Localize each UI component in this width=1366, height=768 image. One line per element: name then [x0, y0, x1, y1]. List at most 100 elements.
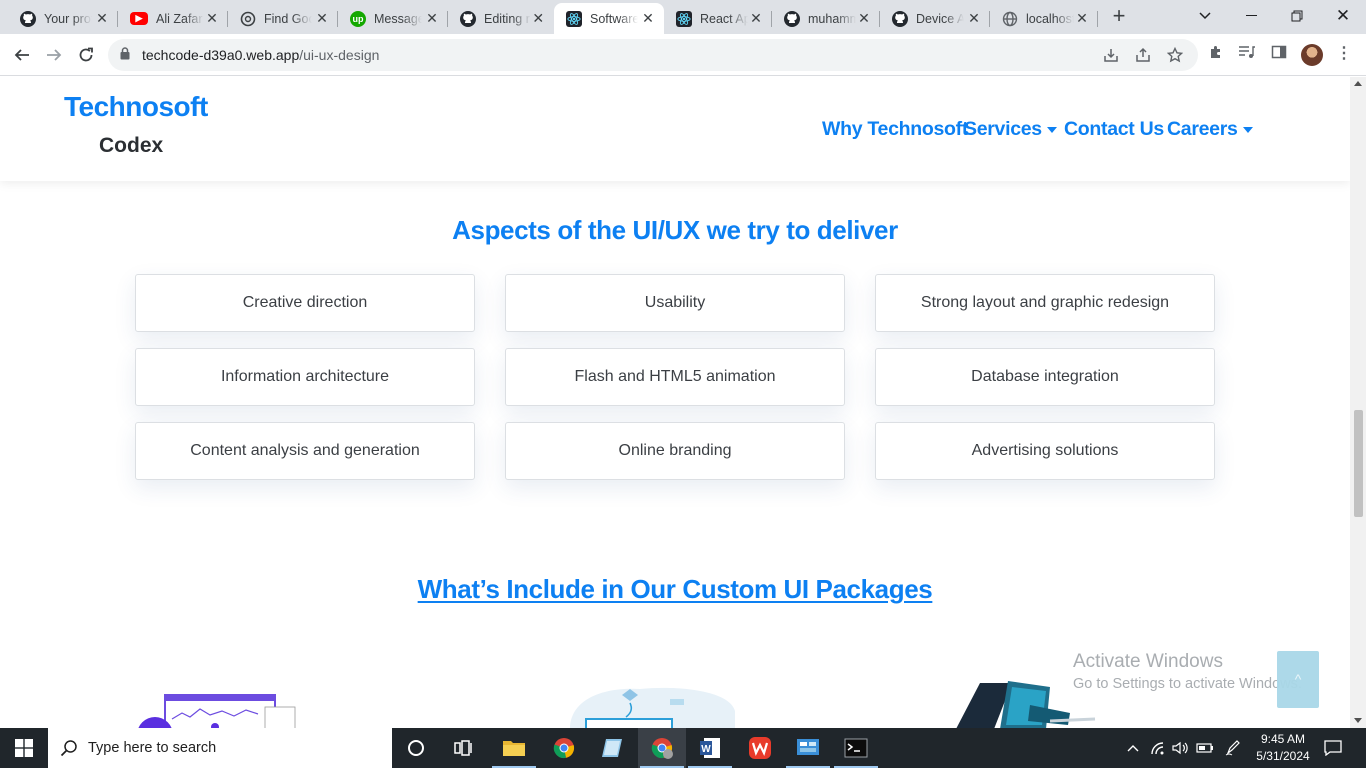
back-to-top-button[interactable]: ^ — [1277, 651, 1319, 708]
terminal-icon[interactable] — [832, 728, 880, 768]
search-icon — [60, 740, 77, 757]
aspect-card: Content analysis and generation — [135, 422, 475, 480]
activate-windows-title: Activate Windows — [1073, 651, 1223, 672]
windows-start-button[interactable] — [0, 728, 48, 768]
caret-down-icon — [1242, 126, 1253, 133]
aspect-card: Online branding — [505, 422, 845, 480]
close-icon[interactable]: ✕ — [204, 10, 220, 27]
close-icon[interactable]: ✕ — [94, 10, 110, 27]
browser-tab[interactable]: ▶ Ali Zafar ✕ — [118, 3, 228, 34]
site-logo-secondary[interactable]: Codex — [99, 134, 163, 158]
tab-title: Your profile — [44, 11, 92, 26]
side-panel-icon[interactable] — [1269, 44, 1289, 64]
chrome-active-icon[interactable] — [638, 728, 686, 768]
taskbar-search-box[interactable]: Type here to search — [48, 728, 392, 768]
bookmark-star-icon[interactable] — [1166, 46, 1184, 65]
close-icon[interactable]: ✕ — [966, 10, 982, 27]
github-icon — [20, 10, 36, 27]
globe-icon — [1002, 11, 1018, 27]
wifi-icon[interactable] — [1148, 728, 1170, 768]
tab-title: localhost — [1026, 11, 1074, 26]
chrome-icon[interactable] — [540, 728, 588, 768]
aspect-card: Strong layout and graphic redesign — [875, 274, 1215, 332]
browser-tab[interactable]: Your profile ✕ — [8, 3, 118, 34]
aspect-card: Database integration — [875, 348, 1215, 406]
upwork-icon: up — [350, 10, 366, 27]
minimize-button[interactable] — [1228, 0, 1274, 32]
scroll-up-arrow-icon[interactable] — [1354, 81, 1362, 86]
browser-tab[interactable]: Device A ✕ — [880, 3, 990, 34]
address-bar[interactable]: techcode-d39a0.web.app/ui-ux-design — [108, 39, 1198, 71]
close-icon[interactable]: ✕ — [856, 10, 872, 27]
url-text[interactable]: techcode-d39a0.web.app/ui-ux-design — [142, 47, 379, 63]
file-explorer-icon[interactable] — [490, 728, 538, 768]
install-app-icon[interactable] — [1102, 47, 1120, 65]
notes-app-icon[interactable] — [588, 728, 636, 768]
browser-menu-icon[interactable]: ⋮ — [1336, 44, 1352, 64]
browser-tab[interactable]: Find Good ✕ — [228, 3, 338, 34]
extensions-icon[interactable] — [1206, 44, 1226, 64]
github-icon — [460, 10, 476, 27]
aspect-card: Information architecture — [135, 348, 475, 406]
aspect-card: Advertising solutions — [875, 422, 1215, 480]
scrollbar-thumb[interactable] — [1354, 410, 1363, 517]
forward-button[interactable] — [42, 43, 66, 67]
taskbar-clock[interactable]: 9:45 AM 5/31/2024 — [1251, 731, 1315, 765]
browser-tab[interactable]: React Ap ✕ — [664, 3, 772, 34]
scroll-down-arrow-icon[interactable] — [1354, 718, 1362, 723]
close-icon[interactable]: ✕ — [640, 10, 656, 27]
aspect-card: Creative direction — [135, 274, 475, 332]
site-logo-primary[interactable]: Technosoft — [64, 91, 208, 123]
search-placeholder: Type here to search — [88, 740, 217, 756]
nav-services[interactable]: Services — [964, 118, 1057, 141]
browser-tab[interactable]: muhamm ✕ — [772, 3, 880, 34]
profile-avatar[interactable] — [1301, 44, 1323, 66]
caret-down-icon — [1046, 126, 1057, 133]
clock-date: 5/31/2024 — [1256, 749, 1310, 763]
url-host: techcode-d39a0.web.app — [142, 47, 300, 63]
aspect-card: Usability — [505, 274, 845, 332]
windows-logo-icon — [15, 739, 33, 757]
browser-tab[interactable]: Editing r ✕ — [448, 3, 554, 34]
browser-tab[interactable]: up Messages ✕ — [338, 3, 448, 34]
pen-ink-icon[interactable] — [1222, 728, 1244, 768]
reload-button[interactable] — [74, 43, 98, 67]
close-icon[interactable]: ✕ — [748, 10, 764, 27]
browser-tab[interactable]: localhost ✕ — [990, 3, 1098, 34]
back-button[interactable] — [10, 43, 34, 67]
show-hidden-icons-chevron-icon[interactable] — [1122, 728, 1144, 768]
browser-tab-active[interactable]: Software ✕ — [554, 3, 664, 34]
nav-contact-us[interactable]: Contact Us — [1064, 118, 1164, 141]
aspects-title: Aspects of the UI/UX we try to deliver — [452, 215, 898, 245]
share-icon[interactable] — [1134, 47, 1152, 65]
task-view-icon[interactable] — [440, 728, 488, 768]
close-icon[interactable]: ✕ — [314, 10, 330, 27]
tab-search-icon[interactable] — [1182, 0, 1228, 32]
close-icon[interactable]: ✕ — [1074, 10, 1090, 27]
close-window-button[interactable]: ✕ — [1320, 0, 1366, 32]
close-icon[interactable]: ✕ — [531, 10, 547, 27]
volume-icon[interactable] — [1170, 728, 1192, 768]
cortana-icon[interactable] — [392, 728, 440, 768]
aspect-card: Flash and HTML5 animation — [505, 348, 845, 406]
tab-title: muhamm — [808, 11, 856, 26]
page-viewport: Technosoft Codex Why Technosoft Services… — [0, 77, 1350, 728]
lock-icon[interactable] — [120, 47, 130, 61]
clock-time: 9:45 AM — [1260, 732, 1306, 746]
media-controls-icon[interactable] — [1237, 44, 1257, 64]
battery-icon[interactable] — [1194, 728, 1216, 768]
nav-why-technosoft[interactable]: Why Technosoft — [822, 118, 968, 141]
tab-title: Messages — [374, 11, 422, 26]
restore-button[interactable] — [1274, 0, 1320, 32]
close-icon[interactable]: ✕ — [424, 10, 440, 27]
control-panel-icon[interactable] — [784, 728, 832, 768]
browser-tab-strip: Your profile ✕ ▶ Ali Zafar ✕ Find Good ✕… — [0, 0, 1366, 34]
nav-careers[interactable]: Careers — [1167, 118, 1253, 141]
page-scrollbar[interactable] — [1350, 77, 1366, 728]
word-icon[interactable]: W — [686, 728, 734, 768]
nav-label: Contact Us — [1064, 118, 1164, 140]
notification-center-icon[interactable] — [1320, 728, 1346, 768]
wps-office-icon[interactable] — [736, 728, 784, 768]
packages-title-link[interactable]: What’s Include in Our Custom UI Packages — [0, 574, 1350, 605]
new-tab-button[interactable]: + — [1108, 5, 1130, 28]
